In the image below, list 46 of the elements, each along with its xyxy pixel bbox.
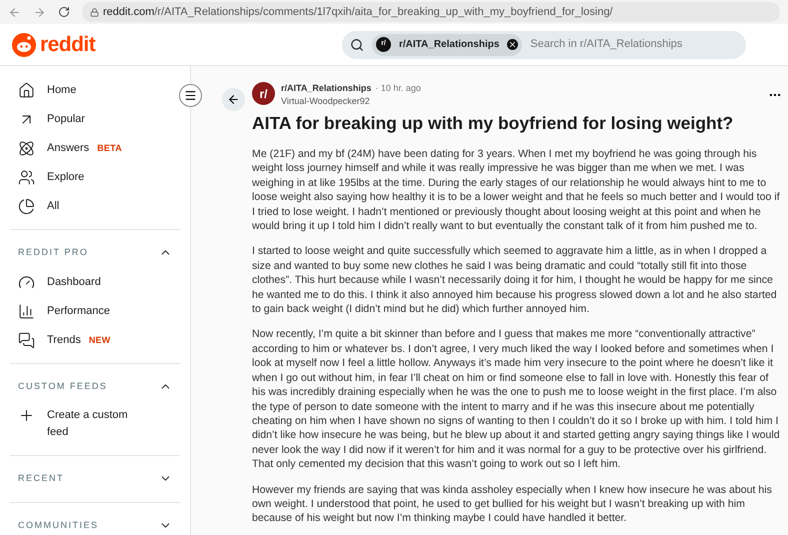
post-paragraph: I started to loose weight and quite successfully which seemed to aggravate him a little, as in when I dropped a size and wanted to buy some new clothes he said I was being dramatic and could “totally still fit into those clothes”. This hurt because while I wasn’t necessarily doing it for him, I thought he would be happy for me since he wanted me to do this. I think it also annoyed him because his progress slowed down a lot and he also started to gain back weight (I didn’t mind but he did) which further annoyed him. (252, 244, 778, 316)
post-paragraph: However my friends are saying that was kinda assholey especially when I knew how insecure he was about his own weight. I understood that point, he used to get bullied for his weight but I wasn’t breaking up with him because of his weight but now I’m thinking maybe I could have handled it better. (252, 482, 773, 526)
people-icon (18, 169, 35, 186)
sidebar-item[interactable]: Trends NEW (10, 326, 180, 354)
url-text: reddit.com/r/AITA_Relationships/comments/1l7qxih/aita_for_breaking_up_with_my_boyfriend_for_losing/ (103, 4, 613, 20)
sidebar-item[interactable]: Create a custom feed (10, 401, 180, 447)
post-time: · 10 hr. ago (375, 83, 421, 93)
sidebar-item[interactable]: Popular (10, 105, 180, 134)
reddit-logo-icon (12, 32, 36, 56)
section-header[interactable]: COMMUNITIES (10, 510, 180, 535)
address-bar[interactable]: reddit.com/r/AITA_Relationships/comments/1l7qxih/aita_for_breaking_up_with_my_boyfriend_for_losing/ (82, 2, 780, 22)
post-paragraph: Me (21F) and my bf (24M) have been dating for 3 years. When I met my boyfriend he was going through his weight loss journey himself and while it was really impressive he was bigger than me when we met. I was weighing in at like 195lbs at the time. During the early stages of our relationship he would always hint to me to loose weight also saying how healthy it is to be a lower weight and that he feels so much better and I would too if I tried to lose weight. I hadn’t mentioned or previously thought about loosing weight at this point and when he would bring it up I told him I didn’t really want to but eventually the constant talk of it from him pushed me to. (252, 147, 780, 234)
chat-bubbles-icon (18, 332, 35, 348)
sidebar-item[interactable]: All (10, 192, 180, 221)
sidebar-item[interactable]: Home (10, 76, 180, 105)
logo-text: reddit (40, 32, 96, 58)
section-header[interactable]: CUSTOM FEEDS (10, 372, 180, 401)
back-button[interactable] (222, 88, 245, 111)
menu-icon (184, 89, 197, 102)
chip-label: r/AITA_Relationships (399, 38, 500, 52)
subreddit-avatar: r/ (252, 82, 275, 105)
post-title: AITA for breaking up with my boyfriend for losing weight? (252, 112, 734, 135)
sidebar-item[interactable]: Dashboard (10, 268, 180, 296)
home-icon (18, 82, 35, 99)
gauge-icon (18, 274, 35, 290)
back-icon[interactable] (8, 6, 21, 18)
forward-icon[interactable] (33, 6, 46, 18)
reload-icon[interactable] (58, 6, 70, 18)
pie-chart-icon (18, 198, 35, 215)
subreddit-link[interactable]: r/AITA_Relationships (281, 83, 372, 93)
sidebar-item[interactable]: Answers BETA (10, 134, 180, 163)
bar-chart-icon (18, 302, 35, 320)
lock-icon (90, 8, 99, 16)
close-icon[interactable] (507, 39, 518, 50)
section-header[interactable]: REDDIT PRO (10, 238, 180, 268)
sidebar-item[interactable]: Performance (10, 296, 180, 326)
menu-button[interactable] (179, 84, 202, 107)
search-input[interactable]: Search in r/AITA_Relationships (530, 36, 738, 53)
back-arrow-icon (227, 93, 240, 106)
section-header[interactable]: RECENT (10, 464, 180, 494)
plus-icon (18, 407, 35, 424)
post-paragraph: Now recently, I’m quite a bit skinner than before and I guess that makes me more “conventionally attractive” according to him or whatever bs. I don’t agree, I very much liked the way I looked before and sometimes when I look at myself now I feel a little hollow. Anyways it’s made him very insecure to the point where he doesn’t like it when I go out without him, in fear I’ll cheat on him or find someone else to fall in love with. Honestly this fear of his was incredibly draining especially when he was the one to push me to loose weight in the first place. I’m also the type of person to date someone with the intent to marry and if he was this insecure about me potentially cheating on him when I have shown no signs of wanting to then I couldn’t do it so I broke up with him. I told him I didn’t like how insecure he was being, but he blew up about it and started getting angry saying things like I would never look the way I did now if it weren’t for him and it was normal for a guy to be protective over his girlfriend. That only cemented my decision that this wasn’t going to work out so I left him. (252, 327, 780, 472)
sidebar-item[interactable]: Explore (10, 163, 180, 192)
author-link[interactable]: Virtual-Woodpecker92 (281, 96, 370, 106)
search-icon (350, 38, 364, 52)
atom-icon (18, 140, 35, 157)
